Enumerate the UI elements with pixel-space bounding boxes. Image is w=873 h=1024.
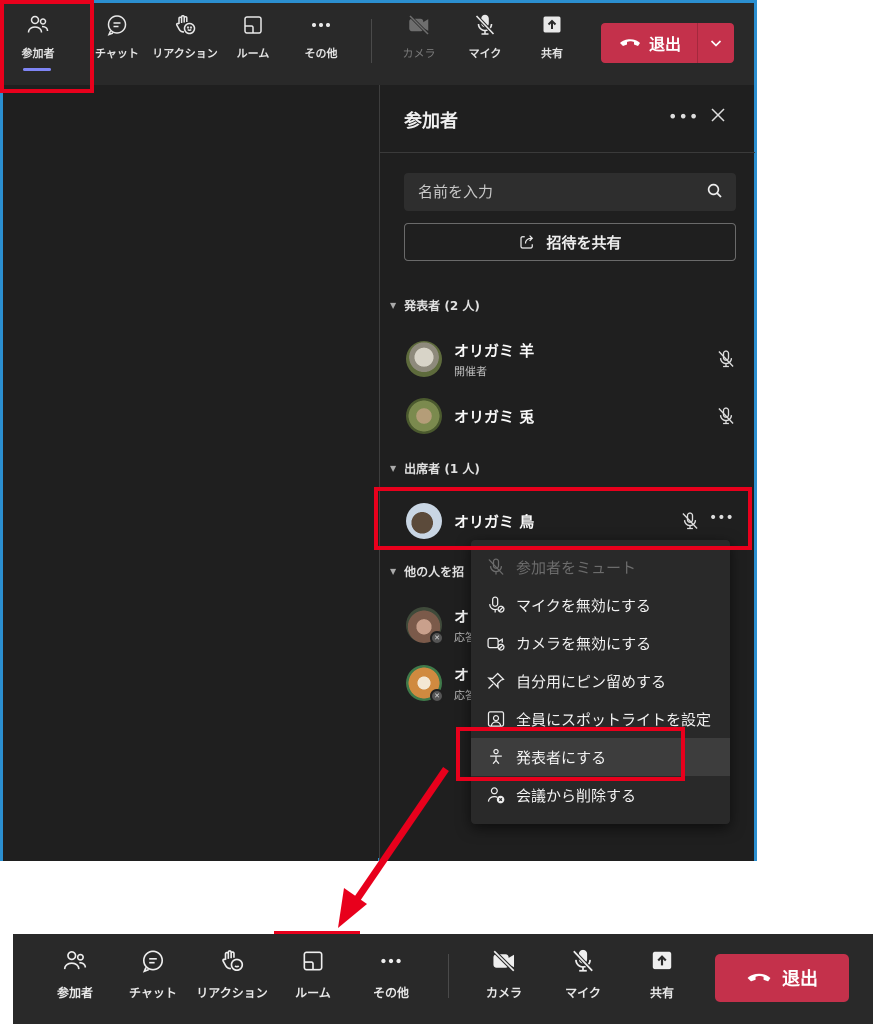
meeting-toolbar-new: 参加者 チャット リアクション ルーム その他 カメラ マイク 共有 退出 — [13, 934, 873, 1024]
toolbar-divider — [448, 954, 449, 998]
more-icon — [381, 958, 401, 964]
people-button[interactable]: 参加者 — [36, 948, 114, 1012]
chat-icon — [142, 950, 164, 973]
people-icon — [63, 950, 87, 970]
share-button[interactable]: 共有 — [623, 948, 701, 1012]
camera-label: カメラ — [485, 986, 522, 1000]
camera-off-icon — [492, 949, 516, 973]
camera-button[interactable]: カメラ — [465, 948, 543, 1012]
screenshot-stage: 参加者 チャット リアクション ルーム その他 カメラ マイク 共有 退出 参加… — [0, 0, 873, 1024]
annotation-arrow-icon — [338, 767, 449, 928]
reaction-label: リアクション — [196, 986, 268, 1000]
share-icon — [652, 951, 672, 970]
mic-off-icon — [572, 949, 594, 973]
more-button[interactable]: その他 — [352, 948, 430, 1012]
people-label: 参加者 — [56, 986, 93, 1000]
chat-label: チャット — [129, 986, 177, 1000]
mic-button[interactable]: マイク — [544, 948, 622, 1012]
rooms-icon — [303, 951, 323, 971]
more-label: その他 — [372, 986, 409, 1000]
mic-label: マイク — [565, 986, 601, 1000]
share-label: 共有 — [649, 986, 674, 1000]
reaction-icon — [222, 950, 244, 972]
leave-label: 退出 — [782, 969, 818, 990]
phone-hangup-icon — [747, 973, 771, 982]
rooms-button[interactable]: ルーム — [274, 948, 352, 1012]
reaction-button[interactable]: リアクション — [193, 948, 271, 1012]
chat-button[interactable]: チャット — [114, 948, 192, 1012]
rooms-label: ルーム — [295, 986, 331, 1000]
leave-button[interactable]: 退出 — [715, 954, 849, 1002]
